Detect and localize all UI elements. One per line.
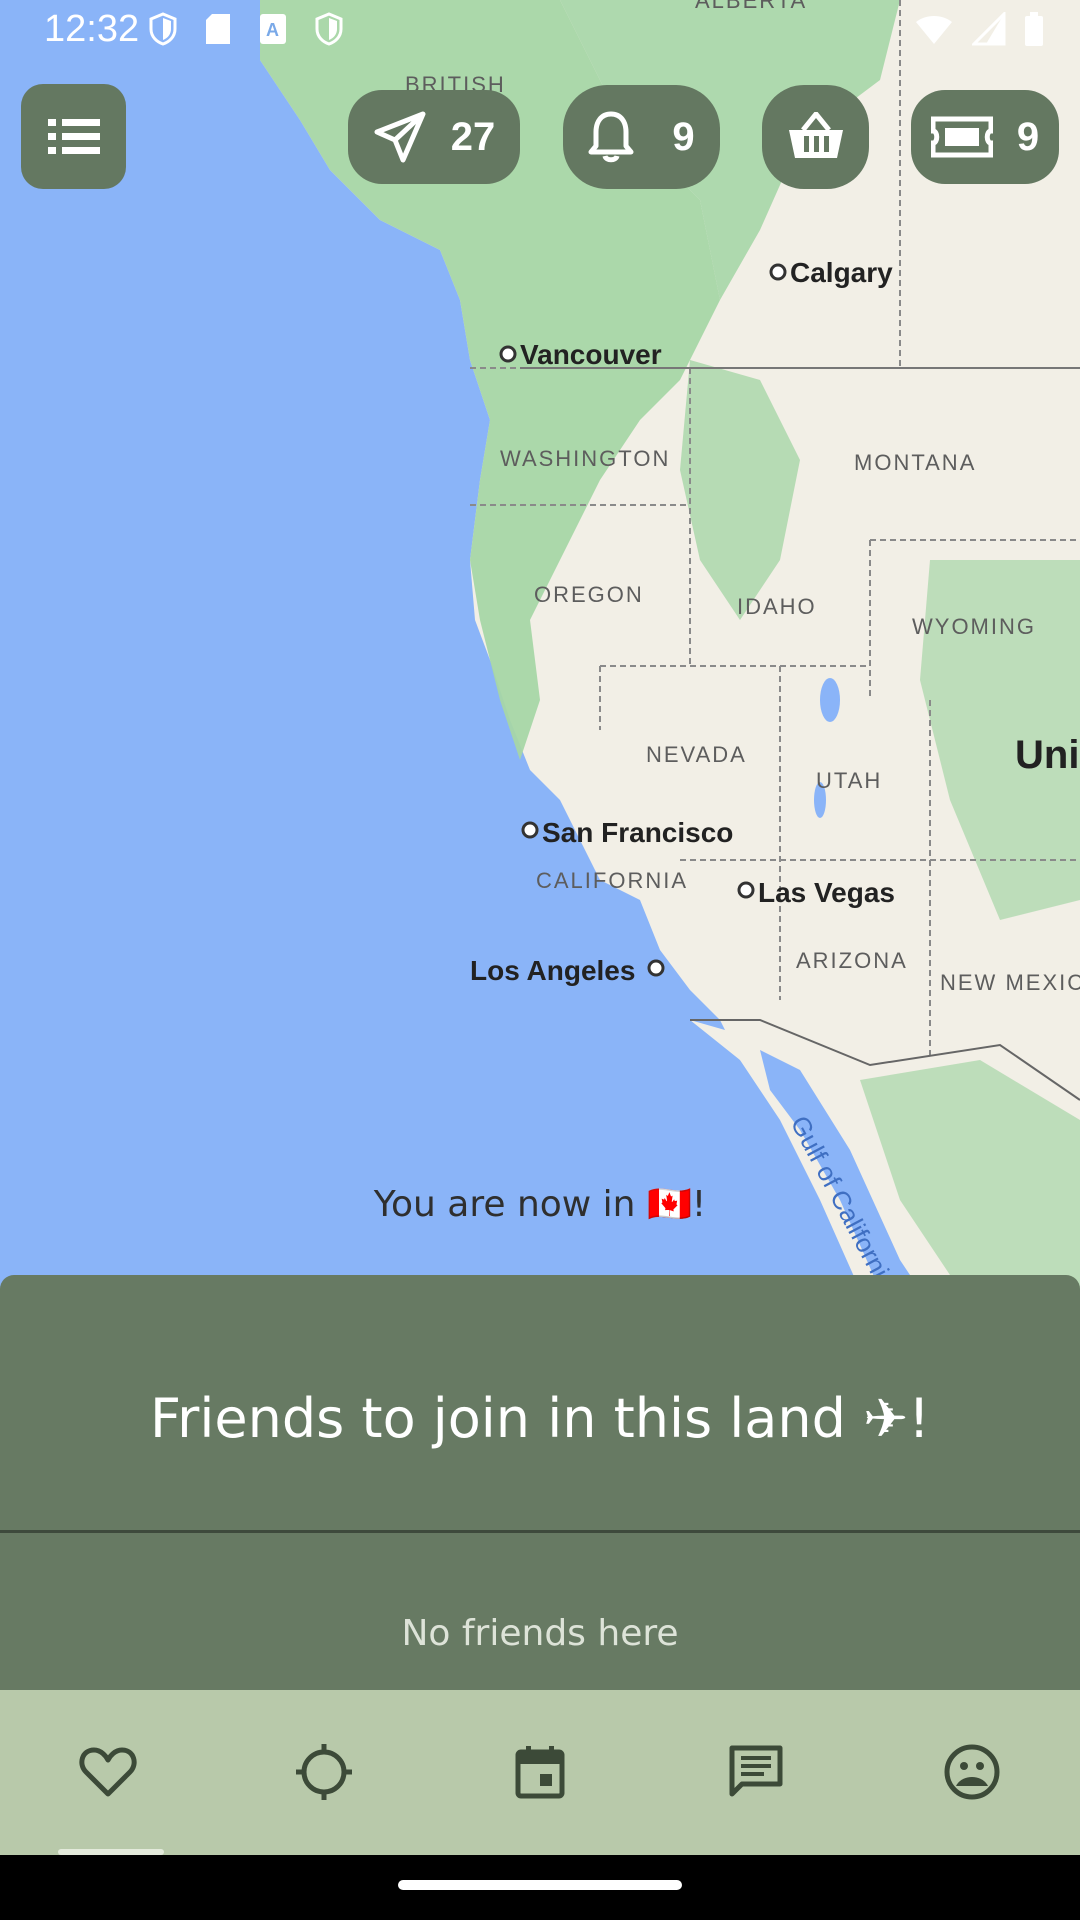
gesture-handle[interactable] — [398, 1880, 682, 1890]
map-label-region: NEW MEXIC — [940, 970, 1080, 995]
map-label-region: OREGON — [534, 582, 644, 607]
map-label-region: CALIFORNIA — [536, 868, 688, 893]
map-label-city: Calgary — [790, 257, 893, 288]
ticket-icon — [930, 116, 993, 158]
nav-item-locate[interactable] — [294, 1742, 354, 1802]
bell-icon — [588, 111, 634, 163]
wifi-icon — [916, 16, 952, 44]
location-message: You are now in 🇨🇦! — [373, 1184, 707, 1225]
nav-item-favorites[interactable] — [78, 1742, 138, 1802]
paper-plane-icon — [374, 111, 426, 163]
map-label-region: UTAH — [816, 768, 882, 793]
map-label-city: Los Angeles — [470, 955, 635, 986]
crosshair-icon — [296, 1744, 352, 1800]
text-a-icon: A — [260, 14, 286, 44]
friends-sheet[interactable]: Friends to join in this land ✈! No frien… — [0, 1275, 1080, 1690]
status-time: 12:32 — [44, 8, 140, 50]
sent-count: 27 — [450, 114, 496, 159]
svg-text:A: A — [266, 20, 279, 40]
shield-icon — [315, 12, 343, 46]
menu-button[interactable] — [21, 84, 126, 189]
sent-invites-button[interactable]: 27 — [348, 90, 520, 184]
map-label-region: MONTANA — [854, 450, 976, 475]
heart-icon — [79, 1747, 137, 1797]
status-bar: 12:32 A — [0, 0, 1080, 60]
map-label-region: ARIZONA — [796, 948, 908, 973]
basket-button[interactable] — [762, 85, 869, 189]
chat-icon — [729, 1745, 783, 1797]
notifications-count: 9 — [672, 114, 695, 159]
map-label-region: IDAHO — [737, 594, 817, 619]
map[interactable]: ALBERTA BRITISH WASHINGTON MONTANA OREGO… — [0, 0, 1080, 1290]
nav-item-profile[interactable] — [942, 1742, 1002, 1802]
tickets-count: 9 — [1016, 114, 1040, 159]
bottom-nav — [0, 1690, 1080, 1855]
status-icons-right — [914, 12, 1044, 46]
lake — [820, 678, 840, 722]
map-label-city: San Francisco — [542, 817, 733, 848]
face-icon — [944, 1744, 1000, 1800]
notifications-button[interactable]: 9 — [563, 85, 720, 189]
friends-empty-text: No friends here — [401, 1613, 679, 1654]
divider — [0, 1530, 1080, 1533]
map-label-region: WYOMING — [912, 614, 1036, 639]
nav-item-calendar[interactable] — [510, 1742, 570, 1802]
status-icons-left: A — [148, 12, 344, 46]
map-label-city: Las Vegas — [758, 877, 895, 908]
signal-icon — [972, 12, 1006, 46]
map-label-region: WASHINGTON — [500, 446, 670, 471]
battery-icon — [1025, 12, 1043, 46]
map-label-country: Uni — [1015, 733, 1079, 777]
nav-item-chat[interactable] — [726, 1742, 786, 1802]
friends-sheet-title: Friends to join in this land ✈! — [150, 1387, 930, 1450]
tickets-button[interactable]: 9 — [911, 90, 1059, 184]
shield-icon — [149, 12, 177, 46]
sd-card-icon — [206, 14, 230, 44]
map-label-city: Vancouver — [520, 339, 662, 370]
basket-icon — [788, 112, 843, 158]
map-label-region: NEVADA — [646, 742, 747, 767]
calendar-icon — [515, 1746, 565, 1799]
list-icon — [47, 118, 100, 154]
